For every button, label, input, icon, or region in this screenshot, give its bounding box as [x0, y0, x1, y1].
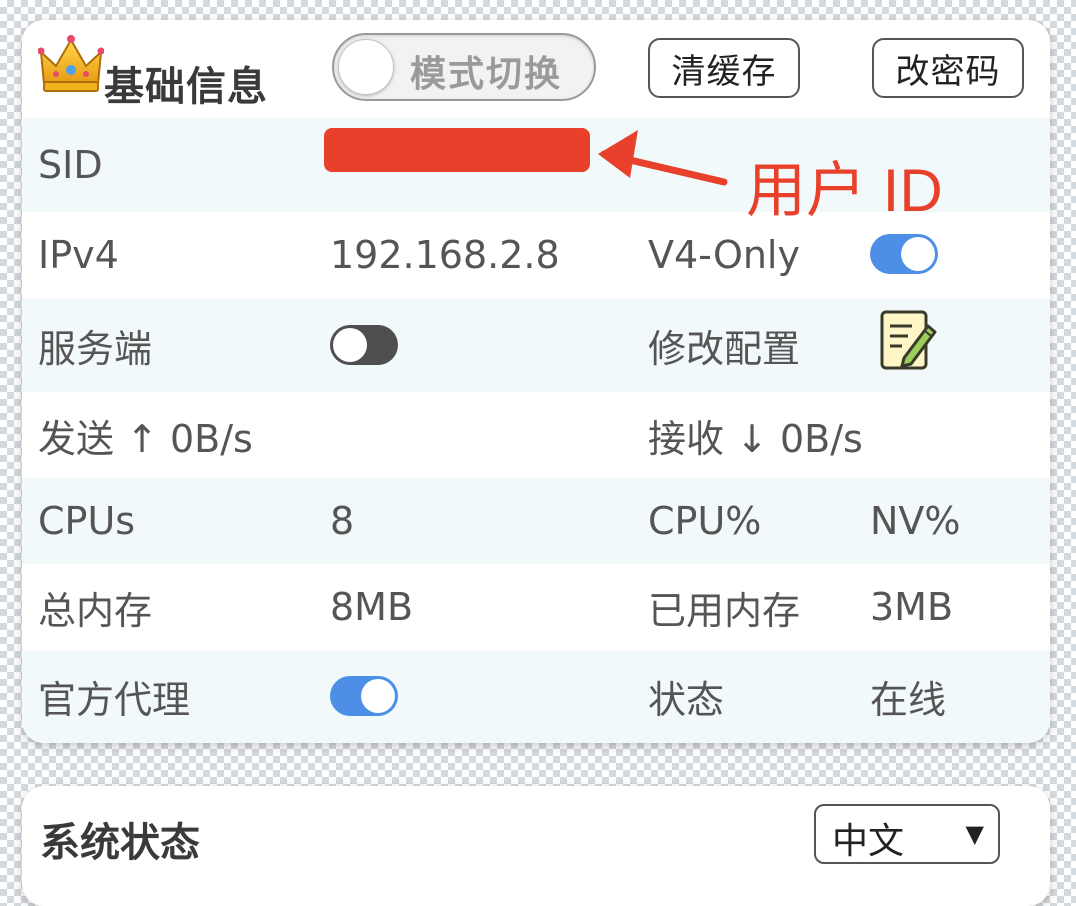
basic-info-card: 基础信息 模式切换 清缓存 改密码 SID IPv4 192.168.2.8 V…	[22, 20, 1050, 743]
server-toggle[interactable]	[330, 325, 398, 365]
edit-note-icon[interactable]	[878, 308, 938, 374]
status-value: 在线	[870, 678, 947, 722]
cpu-row: CPUs 8 CPU% NV%	[22, 478, 1050, 564]
official-proxy-label: 官方代理	[38, 678, 191, 722]
server-row: 服务端 修改配置	[22, 298, 1050, 392]
nv-percent-label: NV%	[870, 499, 961, 543]
receive-rate: 接收 ↓ 0B/s	[648, 416, 863, 461]
crown-icon	[38, 35, 104, 92]
total-memory-label: 总内存	[38, 588, 153, 633]
cpu-percent-label: CPU%	[648, 499, 762, 543]
edit-config-label: 修改配置	[648, 326, 801, 371]
annotation-arrow-icon	[598, 130, 728, 186]
total-memory-value: 8MB	[330, 585, 414, 629]
v4only-toggle[interactable]	[870, 234, 938, 274]
traffic-row: 发送 ↑ 0B/s 接收 ↓ 0B/s	[22, 392, 1050, 478]
toggle-knob	[901, 237, 935, 271]
used-memory-label: 已用内存	[648, 588, 801, 633]
system-status-title: 系统状态	[40, 820, 200, 866]
cpus-label: CPUs	[38, 499, 136, 543]
language-select[interactable]: 中文 ▼	[814, 804, 1000, 864]
ipv4-value: 192.168.2.8	[330, 233, 560, 277]
server-label: 服务端	[38, 326, 153, 371]
caret-down-icon: ▼	[965, 820, 984, 848]
ipv4-label: IPv4	[38, 233, 119, 277]
mode-switch-toggle[interactable]: 模式切换	[332, 33, 596, 101]
change-password-button[interactable]: 改密码	[872, 38, 1024, 98]
used-memory-value: 3MB	[870, 585, 954, 629]
language-selected-value: 中文	[832, 821, 905, 862]
mode-toggle-label: 模式切换	[410, 54, 563, 95]
toggle-knob	[333, 328, 367, 362]
mode-toggle-knob	[338, 39, 394, 95]
user-id-annotation: 用户 ID	[746, 157, 943, 224]
memory-row: 总内存 8MB 已用内存 3MB	[22, 564, 1050, 650]
status-label: 状态	[648, 678, 725, 722]
sid-label: SID	[38, 143, 103, 187]
send-rate: 发送 ↑ 0B/s	[38, 416, 253, 461]
official-proxy-toggle[interactable]	[330, 676, 398, 716]
sid-redaction	[324, 128, 590, 172]
clear-cache-button[interactable]: 清缓存	[648, 38, 800, 98]
card-title: 基础信息	[104, 64, 268, 110]
cpus-value: 8	[330, 499, 355, 543]
system-status-card: 系统状态 中文 ▼	[22, 786, 1050, 906]
toggle-knob	[361, 679, 395, 713]
proxy-row: 官方代理 状态 在线	[22, 650, 1050, 743]
